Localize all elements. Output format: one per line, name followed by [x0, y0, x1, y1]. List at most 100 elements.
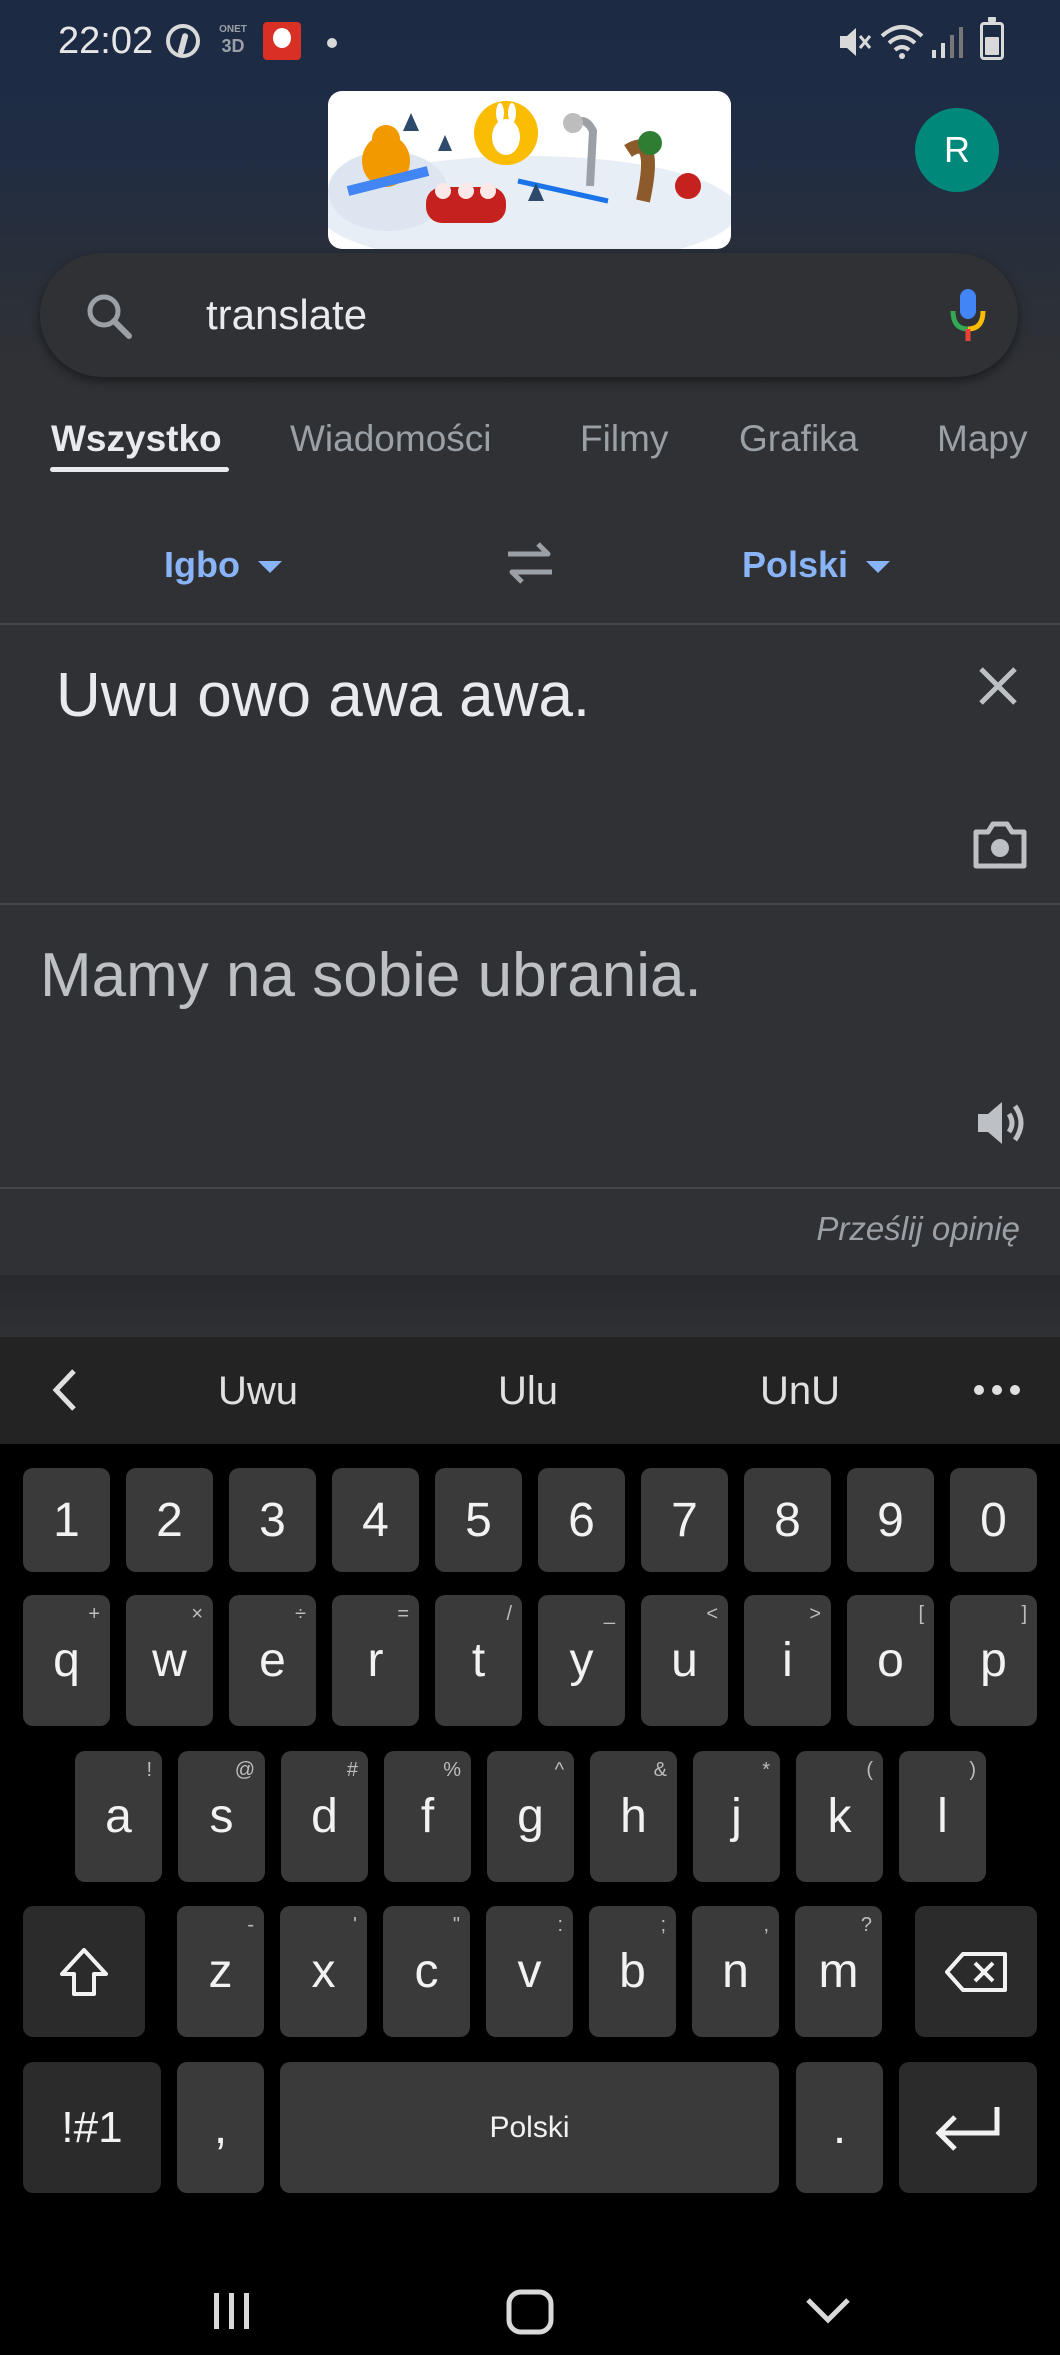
key-v[interactable]: v: [486, 1906, 573, 2037]
key-r-secondary-label: = [397, 1603, 409, 1625]
key-p-secondary-label: ] [1021, 1603, 1027, 1625]
key-d[interactable]: d # [281, 1751, 368, 1882]
key-q[interactable]: q + [23, 1595, 110, 1726]
key-h[interactable]: h & [590, 1751, 677, 1882]
key-t[interactable]: t / [435, 1595, 522, 1726]
key-v-label: v [517, 1945, 542, 1998]
enter-icon [935, 2106, 1000, 2151]
key-w[interactable]: w × [126, 1595, 213, 1726]
key-b[interactable]: b; [589, 1906, 676, 2037]
key-0[interactable]: 0 [950, 1468, 1037, 1572]
key-q-secondary-label: + [88, 1603, 100, 1625]
period-key-label: . [832, 2101, 847, 2154]
key-i[interactable]: i > [744, 1595, 831, 1726]
account-avatar[interactable]: R [915, 108, 999, 192]
key-2[interactable]: 2 [126, 1468, 213, 1572]
key-0-label: 0 [980, 1493, 1007, 1547]
key-i-label: i [782, 1634, 793, 1687]
key-n-label: n [722, 1945, 749, 1998]
key-r[interactable]: r = [332, 1595, 419, 1726]
key-d-label: d [311, 1790, 338, 1843]
search-bar[interactable]: translate [40, 253, 1018, 377]
key-k-label: k [827, 1790, 852, 1843]
key-s-secondary-label: @ [234, 1759, 255, 1781]
google-doodle[interactable] [328, 91, 731, 249]
shift-key[interactable] [23, 1906, 145, 2037]
space-key[interactable]: Polski [280, 2062, 779, 2193]
close-icon[interactable] [976, 664, 1020, 708]
key-m[interactable]: m? [795, 1906, 882, 2037]
tab-news[interactable]: Wiadomości [290, 418, 492, 460]
wifi-icon [880, 25, 924, 59]
key-l[interactable]: l) [899, 1751, 986, 1882]
key-c-secondary-label: " [452, 1914, 460, 1936]
target-language-dropdown[interactable]: Polski [742, 544, 891, 586]
search-input[interactable]: translate [206, 291, 367, 339]
period-key[interactable]: . [796, 2062, 883, 2193]
tab-all[interactable]: Wszystko [51, 418, 222, 460]
key-n[interactable]: n, [692, 1906, 779, 2037]
key-8[interactable]: 8 [744, 1468, 831, 1572]
key-a[interactable]: a! [75, 1751, 162, 1882]
key-y[interactable]: y _ [538, 1595, 625, 1726]
backspace-key[interactable] [915, 1906, 1037, 2037]
tab-images[interactable]: Grafika [739, 418, 858, 460]
swap-languages-icon[interactable] [502, 538, 558, 588]
divider [0, 1187, 1060, 1189]
key-v-secondary-label: : [557, 1914, 563, 1936]
key-7[interactable]: 7 [641, 1468, 728, 1572]
key-b-label: b [619, 1945, 646, 1998]
source-language-dropdown[interactable]: Igbo [164, 544, 282, 586]
keyboard-suggestion-bar: Uwu Ulu UnU [0, 1337, 1060, 1444]
home-icon[interactable] [505, 2289, 555, 2335]
key-s[interactable]: s @ [178, 1751, 265, 1882]
suggestion-3[interactable]: UnU [760, 1369, 840, 1414]
status-bar: 22:02 ONET 3D [0, 0, 1060, 84]
key-f[interactable]: f% [384, 1751, 471, 1882]
source-text-input[interactable]: Uwu owo awa awa. [56, 660, 590, 731]
microphone-icon[interactable] [948, 287, 988, 343]
camera-icon[interactable] [972, 818, 1028, 870]
key-t-label: t [471, 1634, 486, 1687]
key-6[interactable]: 6 [538, 1468, 625, 1572]
key-9-label: 9 [877, 1493, 904, 1547]
key-k-secondary-label: ( [866, 1759, 873, 1781]
key-u[interactable]: u < [641, 1595, 728, 1726]
recent-apps-icon[interactable] [210, 2291, 254, 2331]
key-5-label: 5 [465, 1493, 492, 1547]
key-x[interactable]: x ' [280, 1906, 367, 2037]
key-9[interactable]: 9 [847, 1468, 934, 1572]
key-3[interactable]: 3 [229, 1468, 316, 1572]
enter-key[interactable] [899, 2062, 1037, 2193]
key-p[interactable]: p] [950, 1595, 1037, 1726]
key-j[interactable]: j * [693, 1751, 780, 1882]
language-selector: Igbo Polski [0, 520, 1060, 620]
speaker-icon[interactable] [974, 1096, 1028, 1150]
active-tab-indicator [50, 467, 229, 472]
feedback-link[interactable]: Prześlij opinię [816, 1210, 1020, 1248]
key-e[interactable]: e ÷ [229, 1595, 316, 1726]
key-5[interactable]: 5 [435, 1468, 522, 1572]
tab-videos[interactable]: Filmy [580, 418, 668, 460]
key-4[interactable]: 4 [332, 1468, 419, 1572]
tab-maps[interactable]: Mapy [937, 418, 1027, 460]
key-w-secondary-label: × [191, 1603, 203, 1625]
signal-icon [932, 27, 963, 58]
key-2-label: 2 [156, 1493, 183, 1547]
key-o[interactable]: o[ [847, 1595, 934, 1726]
key-g[interactable]: g ^ [487, 1751, 574, 1882]
more-options-icon[interactable] [972, 1383, 1022, 1397]
chevron-left-icon[interactable] [50, 1367, 80, 1413]
key-c[interactable]: c " [383, 1906, 470, 2037]
key-z[interactable]: z- [177, 1906, 264, 2037]
symbols-key[interactable]: !#1 [23, 2062, 161, 2193]
suggestion-1[interactable]: Uwu [218, 1369, 298, 1414]
suggestion-2[interactable]: Ulu [498, 1369, 558, 1414]
key-x-label: x [311, 1945, 336, 1998]
key-m-secondary-label: ? [860, 1914, 872, 1936]
key-1[interactable]: 1 [23, 1468, 110, 1572]
comma-key[interactable]: , [177, 2062, 264, 2193]
hide-keyboard-icon[interactable] [805, 2295, 851, 2325]
key-t-secondary-label: / [506, 1603, 512, 1625]
key-k[interactable]: k( [796, 1751, 883, 1882]
